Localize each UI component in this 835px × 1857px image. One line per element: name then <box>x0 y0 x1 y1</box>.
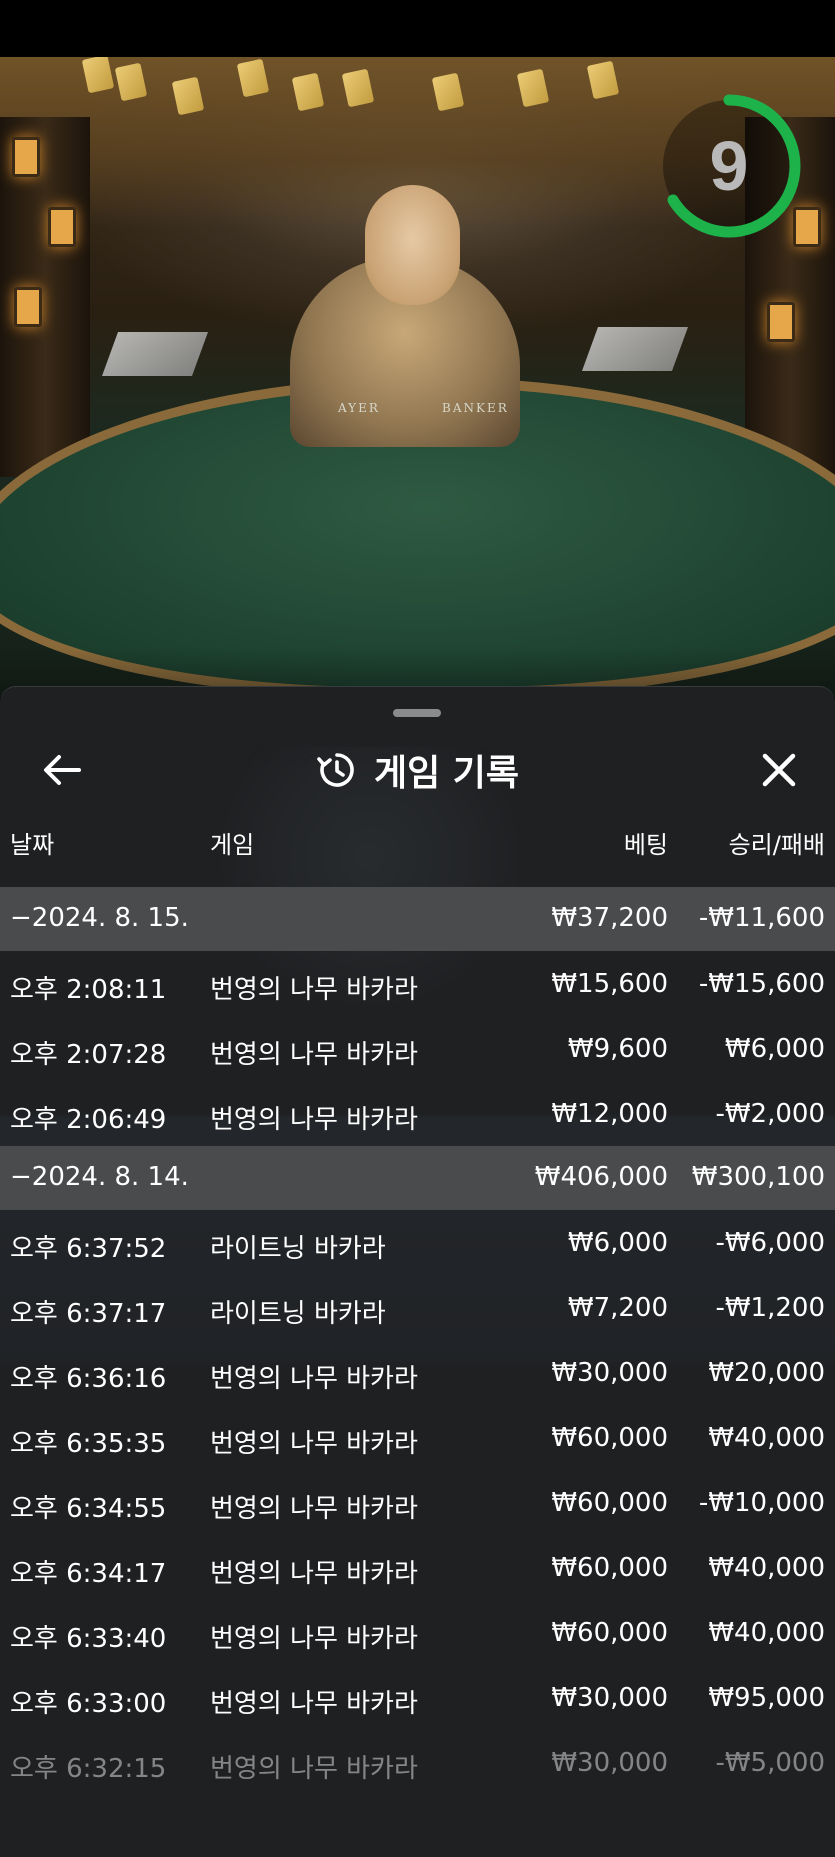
row-win-loss: -₩2,000 <box>715 1099 825 1129</box>
date-group-header[interactable]: −2024. 8. 15. ₩37,200 -₩11,600 <box>0 887 835 951</box>
row-bet: ₩9,600 <box>567 1034 668 1064</box>
back-button[interactable] <box>36 747 88 793</box>
row-bet: ₩60,000 <box>551 1618 668 1648</box>
row-bet: ₩60,000 <box>551 1423 668 1453</box>
group-win-loss-total: -₩11,600 <box>698 903 825 933</box>
dealer-head <box>365 185 460 305</box>
lantern <box>767 302 795 342</box>
group-date: −2024. 8. 14. <box>10 1162 189 1192</box>
countdown-timer-value: 9 <box>709 127 749 205</box>
row-time: 오후 6:33:00 <box>10 1689 167 1719</box>
history-row[interactable]: 오후 6:37:52 라이트닝 바카라 ₩6,000 -₩6,000 <box>0 1210 835 1275</box>
row-win-loss: ₩20,000 <box>708 1358 825 1388</box>
row-time: 오후 6:33:40 <box>10 1624 167 1654</box>
player-area-label: AYER <box>338 401 380 415</box>
history-list: −2024. 8. 15. ₩37,200 -₩11,600 오후 2:08:1… <box>0 887 835 1795</box>
history-row[interactable]: 오후 6:33:40 번영의 나무 바카라 ₩60,000 ₩40,000 <box>0 1600 835 1665</box>
lantern <box>14 287 42 327</box>
discard-tray <box>581 327 689 371</box>
row-win-loss: -₩5,000 <box>715 1748 825 1778</box>
row-game: 번영의 나무 바카라 <box>210 1364 418 1394</box>
sheet-drag-handle[interactable] <box>393 709 441 717</box>
row-time: 오후 6:36:16 <box>10 1364 167 1394</box>
row-win-loss: ₩6,000 <box>724 1034 825 1064</box>
close-icon <box>762 753 796 787</box>
table-header: 날짜 게임 베팅 승리/패배 <box>0 825 835 865</box>
row-game: 번영의 나무 바카라 <box>210 1689 418 1719</box>
status-bar <box>0 0 835 57</box>
row-game: 번영의 나무 바카라 <box>210 1105 418 1135</box>
lantern <box>12 137 40 177</box>
row-bet: ₩60,000 <box>551 1488 668 1518</box>
row-game: 번영의 나무 바카라 <box>210 1624 418 1654</box>
row-win-loss: -₩15,600 <box>698 969 825 999</box>
row-game: 라이트닝 바카라 <box>210 1299 386 1329</box>
row-game: 번영의 나무 바카라 <box>210 1429 418 1459</box>
row-bet: ₩30,000 <box>551 1683 668 1713</box>
row-win-loss: -₩1,200 <box>715 1293 825 1323</box>
row-time: 오후 6:37:52 <box>10 1234 167 1264</box>
row-bet: ₩30,000 <box>551 1748 668 1778</box>
page-title: 게임 기록 <box>373 753 519 794</box>
row-win-loss: ₩40,000 <box>708 1618 825 1648</box>
column-header-win-loss: 승리/패배 <box>728 831 825 859</box>
row-bet: ₩12,000 <box>551 1099 668 1129</box>
row-bet: ₩60,000 <box>551 1553 668 1583</box>
card-shoe <box>101 332 209 376</box>
history-row[interactable]: 오후 6:34:55 번영의 나무 바카라 ₩60,000 -₩10,000 <box>0 1470 835 1535</box>
row-win-loss: ₩95,000 <box>708 1683 825 1713</box>
history-row[interactable]: 오후 6:33:00 번영의 나무 바카라 ₩30,000 ₩95,000 <box>0 1665 835 1730</box>
sheet-header: 게임 기록 <box>0 735 835 805</box>
row-game: 번영의 나무 바카라 <box>210 975 418 1005</box>
row-game: 번영의 나무 바카라 <box>210 1040 418 1070</box>
row-game: 라이트닝 바카라 <box>210 1234 386 1264</box>
row-win-loss: ₩40,000 <box>708 1553 825 1583</box>
row-win-loss: ₩40,000 <box>708 1423 825 1453</box>
row-time: 오후 6:34:55 <box>10 1494 167 1524</box>
group-bet-total: ₩37,200 <box>551 903 668 933</box>
row-game: 번영의 나무 바카라 <box>210 1494 418 1524</box>
history-row[interactable]: 오후 6:36:16 번영의 나무 바카라 ₩30,000 ₩20,000 <box>0 1340 835 1405</box>
row-bet: ₩30,000 <box>551 1358 668 1388</box>
column-header-game: 게임 <box>210 831 255 859</box>
history-clock-icon <box>317 753 354 787</box>
history-row[interactable]: 오후 6:32:15 번영의 나무 바카라 ₩30,000 -₩5,000 <box>0 1730 835 1795</box>
row-time: 오후 2:08:11 <box>10 975 167 1005</box>
row-bet: ₩15,600 <box>551 969 668 999</box>
row-time: 오후 2:06:49 <box>10 1105 167 1135</box>
lantern <box>48 207 76 247</box>
row-time: 오후 6:34:17 <box>10 1559 167 1589</box>
row-bet: ₩7,200 <box>567 1293 668 1323</box>
row-game: 번영의 나무 바카라 <box>210 1754 418 1784</box>
row-time: 오후 2:07:28 <box>10 1040 167 1070</box>
arrow-left-icon <box>44 755 81 785</box>
history-row[interactable]: 오후 2:06:49 번영의 나무 바카라 ₩12,000 -₩2,000 <box>0 1081 835 1146</box>
row-bet: ₩6,000 <box>567 1228 668 1258</box>
history-row[interactable]: 오후 2:08:11 번영의 나무 바카라 ₩15,600 -₩15,600 <box>0 951 835 1016</box>
row-win-loss: -₩6,000 <box>715 1228 825 1258</box>
date-group-header[interactable]: −2024. 8. 14. ₩406,000 ₩300,100 <box>0 1146 835 1210</box>
history-row[interactable]: 오후 6:37:17 라이트닝 바카라 ₩7,200 -₩1,200 <box>0 1275 835 1340</box>
row-game: 번영의 나무 바카라 <box>210 1559 418 1589</box>
row-time: 오후 6:32:15 <box>10 1754 167 1784</box>
column-header-bet: 베팅 <box>623 831 668 859</box>
game-history-sheet: 게임 기록 날짜 게임 베팅 승리/패배 −2024. 8. 15. ₩37,2… <box>0 686 835 1857</box>
group-win-loss-total: ₩300,100 <box>691 1162 825 1192</box>
history-row[interactable]: 오후 6:34:17 번영의 나무 바카라 ₩60,000 ₩40,000 <box>0 1535 835 1600</box>
column-header-date: 날짜 <box>10 831 55 859</box>
history-row[interactable]: 오후 2:07:28 번영의 나무 바카라 ₩9,600 ₩6,000 <box>0 1016 835 1081</box>
close-button[interactable] <box>753 747 805 793</box>
banker-area-label: BANKER <box>442 401 509 415</box>
group-bet-total: ₩406,000 <box>534 1162 668 1192</box>
history-row[interactable]: 오후 6:35:35 번영의 나무 바카라 ₩60,000 ₩40,000 <box>0 1405 835 1470</box>
row-time: 오후 6:35:35 <box>10 1429 167 1459</box>
row-time: 오후 6:37:17 <box>10 1299 167 1329</box>
row-win-loss: -₩10,000 <box>698 1488 825 1518</box>
group-date: −2024. 8. 15. <box>10 903 189 933</box>
